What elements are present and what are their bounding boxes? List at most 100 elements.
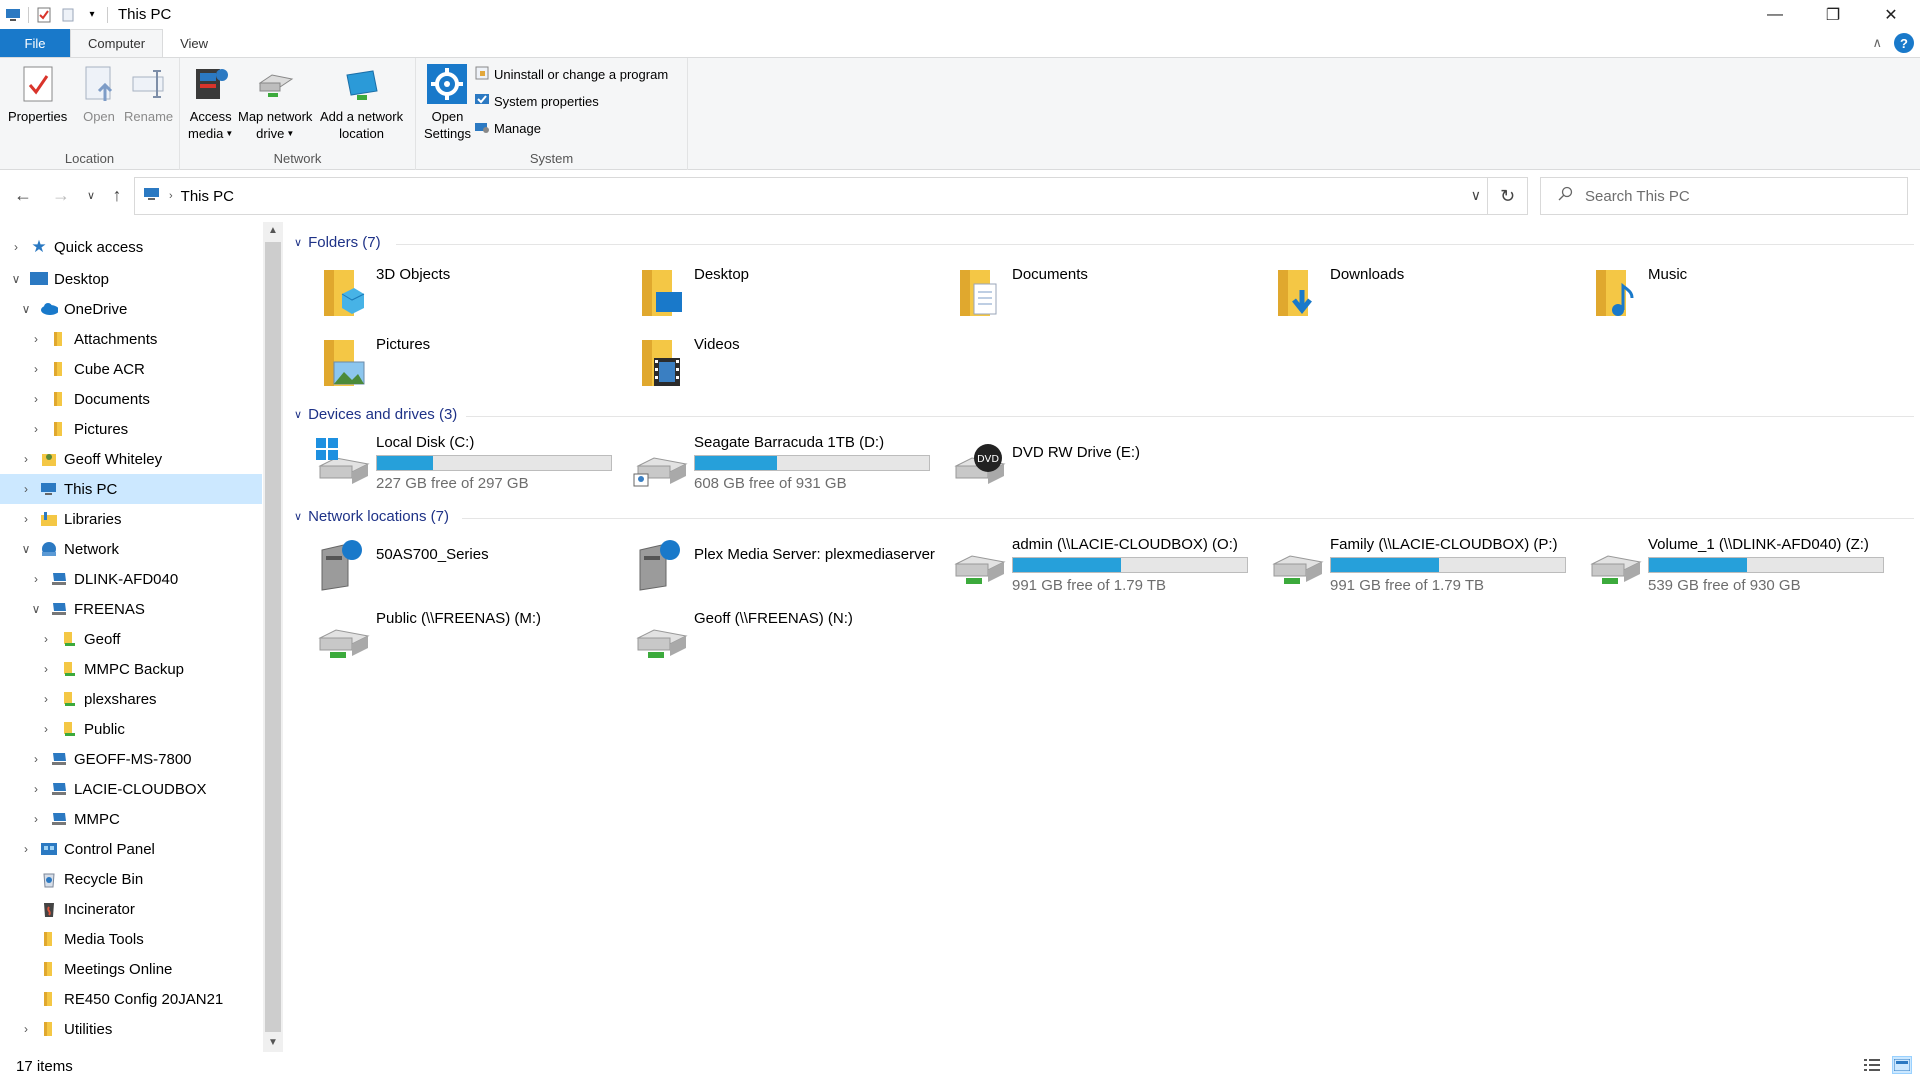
breadcrumb-this-pc[interactable]: This PC bbox=[181, 188, 234, 205]
nav-item-pictures[interactable]: › Pictures bbox=[0, 414, 262, 444]
nav-item-mmpc-backup[interactable]: › MMPC Backup bbox=[0, 654, 262, 684]
forward-button[interactable]: → bbox=[50, 184, 72, 206]
collapse-ribbon-icon[interactable]: ∧ bbox=[1872, 35, 1882, 51]
map-network-drive-button[interactable]: Map network drive ▼ bbox=[238, 64, 312, 142]
search-box[interactable]: Search This PC bbox=[1540, 177, 1908, 215]
nav-item-geoff-ms-7800[interactable]: › GEOFF-MS-7800 bbox=[0, 744, 262, 774]
collapse-chevron-icon[interactable]: ∨ bbox=[18, 542, 34, 556]
expand-chevron-icon[interactable]: › bbox=[18, 512, 34, 526]
network-drive-family-p[interactable]: Family (\\LACIE-CLOUDBOX) (P:) 991 GB fr… bbox=[1268, 536, 1566, 594]
folder-3d-objects[interactable]: 3D Objects bbox=[314, 266, 450, 322]
nav-item-desktop[interactable]: ∨ Desktop bbox=[0, 264, 262, 294]
network-plex-media-server[interactable]: Plex Media Server: plexmediaserver bbox=[632, 536, 935, 592]
expand-chevron-icon[interactable]: › bbox=[28, 752, 44, 766]
properties-qat-icon[interactable] bbox=[35, 6, 53, 24]
nav-scrollbar[interactable]: ▲ ▼ bbox=[263, 222, 283, 1052]
drive-dvd-e[interactable]: DVD DVD RW Drive (E:) bbox=[950, 434, 1140, 490]
expand-chevron-icon[interactable]: › bbox=[28, 362, 44, 376]
collapse-chevron-icon[interactable]: ∨ bbox=[294, 236, 302, 249]
expand-chevron-icon[interactable]: › bbox=[38, 722, 54, 736]
nav-item-re450-config[interactable]: RE450 Config 20JAN21 bbox=[0, 984, 262, 1014]
expand-chevron-icon[interactable]: › bbox=[8, 240, 24, 254]
drive-local-disk-c[interactable]: Local Disk (C:) 227 GB free of 297 GB bbox=[314, 434, 612, 492]
nav-item-cube-acr[interactable]: › Cube ACR bbox=[0, 354, 262, 384]
nav-item-recycle-bin[interactable]: Recycle Bin bbox=[0, 864, 262, 894]
nav-item-onedrive[interactable]: ∨ OneDrive bbox=[0, 294, 262, 324]
breadcrumb-separator-icon[interactable]: › bbox=[169, 190, 173, 202]
expand-chevron-icon[interactable]: › bbox=[18, 842, 34, 856]
folder-documents[interactable]: Documents bbox=[950, 266, 1088, 322]
refresh-button[interactable]: ↻ bbox=[1487, 178, 1527, 214]
details-view-icon[interactable] bbox=[1862, 1056, 1882, 1074]
up-button[interactable]: ↑ bbox=[106, 184, 128, 206]
tab-computer[interactable]: Computer bbox=[70, 29, 164, 57]
properties-button[interactable]: Properties bbox=[8, 64, 67, 125]
open-settings-button[interactable]: Open Settings bbox=[424, 64, 471, 142]
drive-seagate-d[interactable]: Seagate Barracuda 1TB (D:) 608 GB free o… bbox=[632, 434, 930, 492]
folder-videos[interactable]: Videos bbox=[632, 336, 740, 392]
expand-chevron-icon[interactable]: › bbox=[18, 452, 34, 466]
folder-pictures[interactable]: Pictures bbox=[314, 336, 430, 392]
nav-item-network[interactable]: ∨ Network bbox=[0, 534, 262, 564]
section-drives-header[interactable]: ∨ Devices and drives (3) bbox=[294, 406, 457, 423]
scroll-up-icon[interactable]: ▲ bbox=[263, 222, 283, 240]
collapse-chevron-icon[interactable]: ∨ bbox=[294, 510, 302, 523]
expand-chevron-icon[interactable]: › bbox=[38, 692, 54, 706]
network-drive-public-m[interactable]: Public (\\FREENAS) (M:) bbox=[314, 610, 541, 666]
expand-chevron-icon[interactable]: › bbox=[28, 422, 44, 436]
scroll-down-icon[interactable]: ▼ bbox=[263, 1034, 283, 1052]
folder-music[interactable]: Music bbox=[1586, 266, 1687, 322]
nav-item-meetings-online[interactable]: Meetings Online bbox=[0, 954, 262, 984]
nav-item-freenas[interactable]: ∨ FREENAS bbox=[0, 594, 262, 624]
help-icon[interactable]: ? bbox=[1894, 33, 1914, 53]
new-folder-qat-icon[interactable] bbox=[59, 6, 77, 24]
expand-chevron-icon[interactable]: › bbox=[28, 812, 44, 826]
tab-view[interactable]: View bbox=[163, 29, 225, 57]
nav-item-libraries[interactable]: › Libraries bbox=[0, 504, 262, 534]
expand-chevron-icon[interactable]: › bbox=[28, 782, 44, 796]
nav-item-public[interactable]: › Public bbox=[0, 714, 262, 744]
open-button[interactable]: Open bbox=[79, 64, 119, 125]
minimize-button[interactable]: — bbox=[1746, 0, 1804, 29]
address-dropdown-icon[interactable]: ∨ bbox=[1471, 187, 1481, 204]
nav-item-plexshares[interactable]: › plexshares bbox=[0, 684, 262, 714]
collapse-chevron-icon[interactable]: ∨ bbox=[8, 272, 24, 286]
nav-item-geoff-whiteley[interactable]: › Geoff Whiteley bbox=[0, 444, 262, 474]
customize-qat-icon[interactable]: ▾ bbox=[83, 6, 101, 24]
expand-chevron-icon[interactable]: › bbox=[28, 392, 44, 406]
collapse-chevron-icon[interactable]: ∨ bbox=[28, 602, 44, 616]
expand-chevron-icon[interactable]: › bbox=[38, 632, 54, 646]
nav-item-utilities[interactable]: › Utilities bbox=[0, 1014, 262, 1044]
add-network-location-button[interactable]: Add a network location bbox=[320, 64, 403, 142]
nav-item-dlink-afd040[interactable]: › DLINK-AFD040 bbox=[0, 564, 262, 594]
tab-file[interactable]: File bbox=[0, 29, 70, 57]
nav-item-incinerator[interactable]: Incinerator bbox=[0, 894, 262, 924]
nav-item-media-tools[interactable]: Media Tools bbox=[0, 924, 262, 954]
expand-chevron-icon[interactable]: › bbox=[18, 1022, 34, 1036]
section-folders-header[interactable]: ∨ Folders (7) bbox=[294, 234, 381, 251]
nav-item-documents[interactable]: › Documents bbox=[0, 384, 262, 414]
network-50as700-series[interactable]: 50AS700_Series bbox=[314, 536, 489, 592]
network-drive-admin-o[interactable]: admin (\\LACIE-CLOUDBOX) (O:) 991 GB fre… bbox=[950, 536, 1248, 594]
restore-button[interactable]: ❐ bbox=[1804, 0, 1862, 29]
recent-locations-button[interactable]: ∨ bbox=[80, 184, 102, 206]
collapse-chevron-icon[interactable]: ∨ bbox=[18, 302, 34, 316]
folder-desktop[interactable]: Desktop bbox=[632, 266, 749, 322]
address-bar[interactable]: › This PC ∨ ↻ bbox=[134, 177, 1528, 215]
rename-button[interactable]: Rename bbox=[124, 64, 173, 125]
expand-chevron-icon[interactable]: › bbox=[28, 332, 44, 346]
nav-item-control-panel[interactable]: › Control Panel bbox=[0, 834, 262, 864]
back-button[interactable]: ← bbox=[12, 184, 34, 206]
nav-item-mmpc[interactable]: › MMPC bbox=[0, 804, 262, 834]
folder-downloads[interactable]: Downloads bbox=[1268, 266, 1404, 322]
nav-item-quick-access[interactable]: › ★ Quick access bbox=[0, 232, 262, 262]
manage-button[interactable]: Manage bbox=[474, 118, 668, 139]
access-media-button[interactable]: Access media ▼ bbox=[188, 64, 233, 142]
expand-chevron-icon[interactable]: › bbox=[28, 572, 44, 586]
nav-item-lacie-cloudbox[interactable]: › LACIE-CLOUDBOX bbox=[0, 774, 262, 804]
uninstall-program-button[interactable]: Uninstall or change a program bbox=[474, 64, 668, 85]
tiles-view-icon[interactable] bbox=[1892, 1056, 1912, 1074]
close-button[interactable]: ✕ bbox=[1862, 0, 1920, 29]
nav-item-this-pc[interactable]: › This PC bbox=[0, 474, 262, 504]
expand-chevron-icon[interactable]: › bbox=[38, 662, 54, 676]
